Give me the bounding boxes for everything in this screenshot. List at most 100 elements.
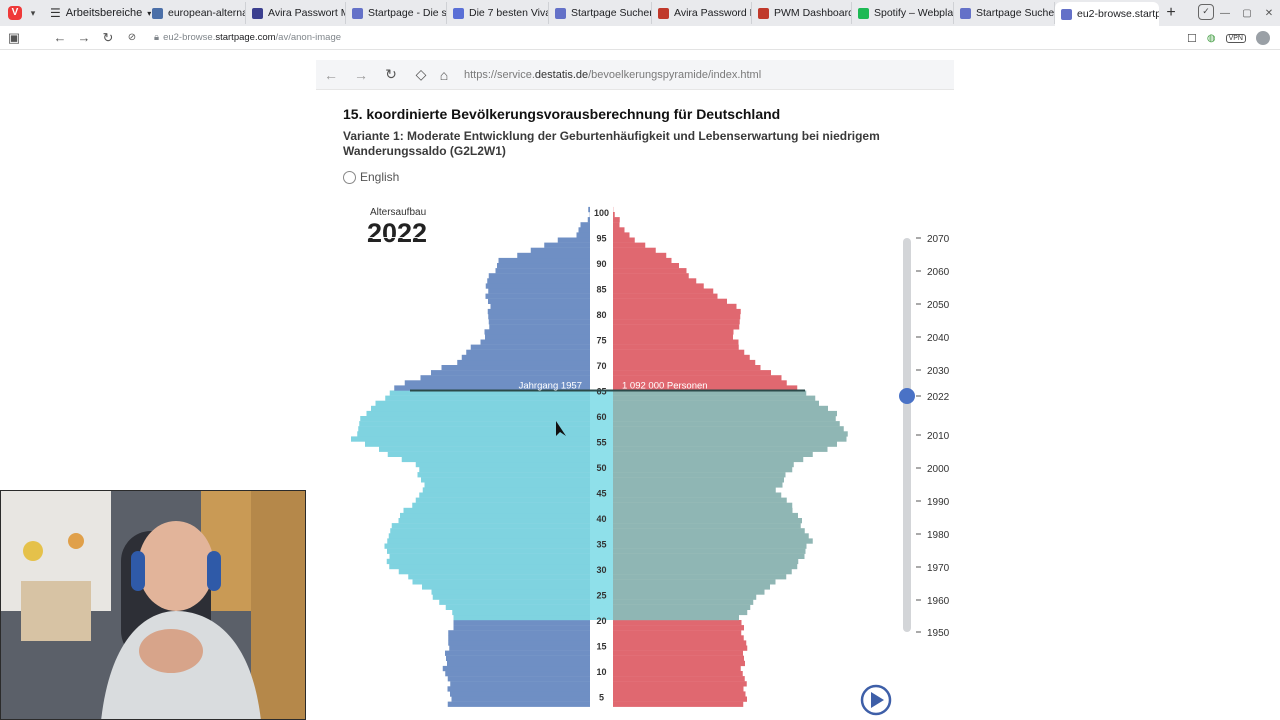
female-bar bbox=[613, 574, 787, 580]
female-bar bbox=[613, 625, 744, 631]
male-bar bbox=[398, 569, 590, 575]
male-bar bbox=[387, 548, 590, 554]
slider-year-label: 2022 bbox=[927, 392, 950, 403]
female-bar bbox=[613, 645, 748, 651]
female-bar bbox=[613, 681, 747, 687]
slider-year-label: 1970 bbox=[927, 563, 950, 574]
male-bar bbox=[448, 630, 590, 636]
male-bar bbox=[453, 614, 590, 621]
female-bar bbox=[613, 349, 745, 355]
male-bar bbox=[517, 252, 590, 259]
male-bar bbox=[387, 451, 590, 457]
female-bar bbox=[613, 691, 746, 697]
tooltip-persons: 1 092 000 Personen bbox=[622, 381, 708, 392]
slider-year-label: 2010 bbox=[927, 431, 950, 442]
female-bar bbox=[613, 222, 620, 228]
female-bar bbox=[613, 604, 751, 610]
male-bar bbox=[351, 436, 590, 442]
female-bar bbox=[613, 487, 776, 493]
slider-year-label: 2070 bbox=[927, 234, 950, 245]
male-bar bbox=[445, 604, 590, 610]
male-bar bbox=[371, 405, 590, 412]
female-bar bbox=[613, 584, 770, 590]
female-bar bbox=[613, 533, 809, 539]
female-bar bbox=[613, 426, 844, 432]
webcam-image bbox=[1, 491, 305, 719]
male-bar bbox=[498, 257, 590, 264]
male-bar bbox=[398, 518, 590, 524]
female-bar bbox=[613, 436, 847, 442]
male-bar bbox=[401, 456, 590, 463]
female-bar bbox=[613, 482, 783, 488]
female-bar bbox=[613, 563, 798, 570]
female-bar bbox=[613, 538, 813, 544]
female-bar bbox=[613, 640, 747, 646]
browser-window: { "browser": { "workspaces_label": "Arbe… bbox=[0, 0, 1280, 720]
male-bar bbox=[447, 686, 590, 692]
male-bar bbox=[386, 558, 590, 565]
female-bar bbox=[613, 467, 793, 473]
slider-year-label: 2050 bbox=[927, 300, 950, 311]
male-bar bbox=[557, 237, 590, 243]
year-slider-track bbox=[903, 238, 911, 632]
male-bar bbox=[447, 660, 590, 667]
male-bar bbox=[419, 467, 590, 473]
male-bar bbox=[419, 492, 590, 498]
female-bar bbox=[613, 416, 836, 422]
female-bar bbox=[613, 293, 718, 299]
female-bar bbox=[613, 650, 743, 656]
female-bar bbox=[613, 247, 656, 253]
male-bar bbox=[490, 303, 590, 310]
age-tick-label: 70 bbox=[596, 361, 606, 371]
male-bar bbox=[448, 635, 590, 641]
male-bar bbox=[412, 502, 590, 508]
female-bar bbox=[613, 589, 765, 595]
age-tick-label: 25 bbox=[596, 591, 606, 601]
female-bar bbox=[613, 579, 776, 585]
male-bar bbox=[452, 609, 590, 616]
tooltip-birthyear: Jahrgang 1957 bbox=[519, 381, 582, 392]
male-bar bbox=[488, 298, 590, 304]
female-bar bbox=[613, 456, 804, 463]
female-bar bbox=[613, 543, 807, 549]
male-bar bbox=[389, 553, 590, 559]
age-tick-label: 50 bbox=[596, 463, 606, 473]
female-bar bbox=[613, 553, 805, 559]
male-bar bbox=[450, 681, 590, 687]
female-bar bbox=[613, 660, 745, 667]
female-bar bbox=[613, 395, 816, 401]
female-bar bbox=[613, 257, 672, 264]
female-bar bbox=[613, 344, 739, 350]
male-bar bbox=[375, 400, 590, 406]
male-bar bbox=[431, 589, 590, 595]
female-bar bbox=[613, 461, 794, 468]
female-bar bbox=[613, 569, 792, 575]
female-bar bbox=[613, 263, 679, 269]
male-bar bbox=[480, 339, 590, 345]
female-bar bbox=[613, 339, 739, 345]
female-bar bbox=[613, 227, 625, 233]
year-slider-thumb[interactable] bbox=[899, 388, 915, 404]
female-bar bbox=[613, 212, 615, 218]
female-bar bbox=[613, 558, 799, 565]
male-bar bbox=[366, 410, 590, 417]
female-bar bbox=[613, 278, 697, 284]
male-bar bbox=[485, 293, 590, 299]
female-bar bbox=[613, 400, 819, 406]
female-bar bbox=[613, 359, 756, 366]
male-bar bbox=[544, 242, 590, 248]
female-bar bbox=[613, 431, 848, 437]
age-tick-label: 80 bbox=[596, 310, 606, 320]
male-bar bbox=[488, 314, 590, 320]
female-bar bbox=[613, 298, 727, 304]
male-bar bbox=[495, 268, 590, 274]
male-bar bbox=[470, 344, 590, 350]
female-bar bbox=[613, 252, 667, 259]
male-bar bbox=[466, 349, 590, 355]
male-bar bbox=[530, 247, 590, 253]
male-bar bbox=[360, 416, 590, 422]
axis-band-selected bbox=[590, 390, 613, 620]
male-bar bbox=[357, 431, 590, 437]
male-bar bbox=[417, 472, 590, 478]
male-bar bbox=[447, 676, 590, 682]
